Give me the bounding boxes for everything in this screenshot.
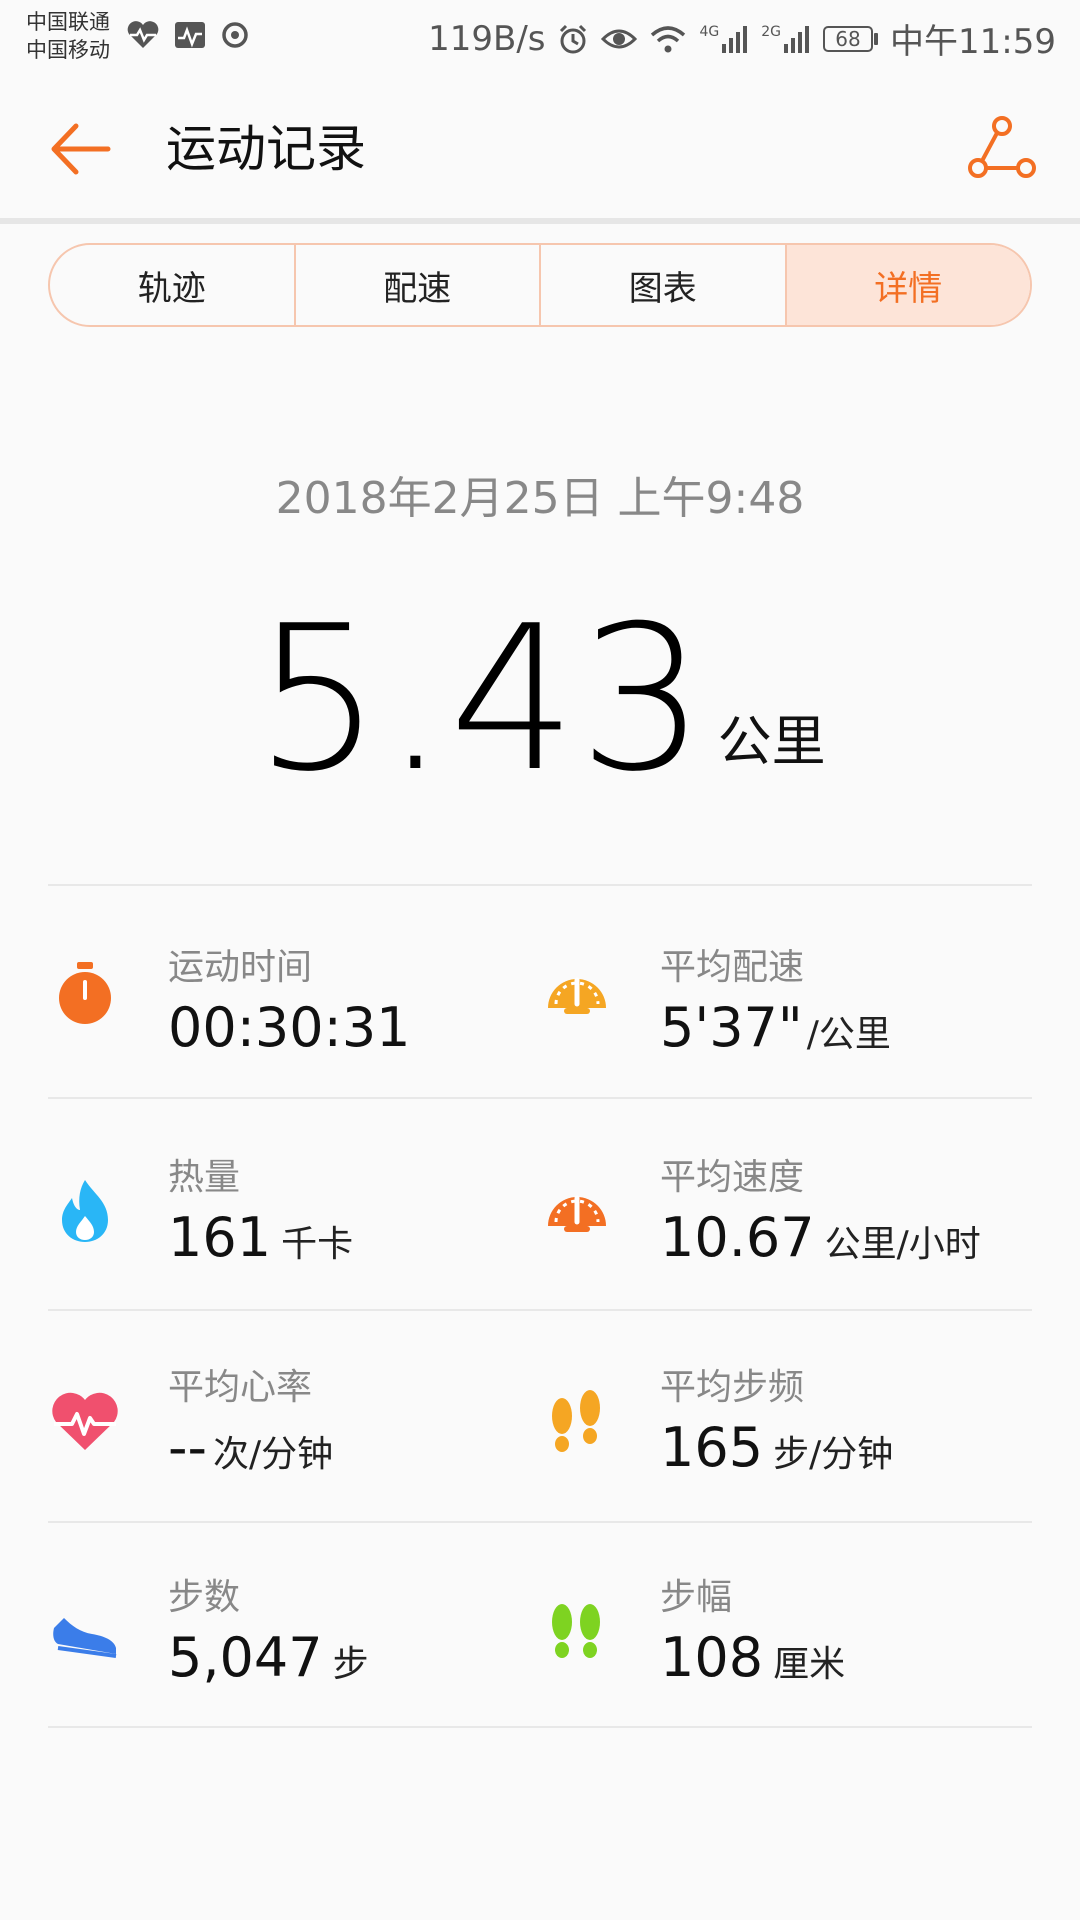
share-button[interactable] xyxy=(968,114,1036,182)
notification-icons xyxy=(126,20,250,50)
battery-icon: 68 xyxy=(823,25,879,52)
stat-unit: /公里 xyxy=(806,1014,891,1055)
net-speed: 119B/s xyxy=(428,18,546,59)
header-divider xyxy=(0,218,1080,224)
stat-label: 步幅 xyxy=(660,1577,733,1618)
clock: 中午11:59 xyxy=(890,22,1056,62)
stat-avg-pace: 平均配速 5'37"/公里 xyxy=(542,938,1022,1138)
alarm-icon xyxy=(560,24,587,53)
stat-label: 平均心率 xyxy=(168,1367,313,1408)
stat-avg-heart-rate: 平均心率 -- 次/分钟 xyxy=(50,1358,530,1558)
speedometer-icon xyxy=(542,1176,612,1246)
workout-datetime: 2018年2月25日 上午9:48 xyxy=(275,473,805,524)
stat-unit: 厘米 xyxy=(773,1644,846,1685)
signal-4g-label: 4G xyxy=(699,23,720,40)
stat-unit: 步/分钟 xyxy=(773,1434,894,1475)
divider xyxy=(48,884,1032,886)
stat-unit: 步 xyxy=(332,1644,369,1685)
signal-bars-icon xyxy=(722,25,748,53)
tab-chart[interactable]: 图表 xyxy=(541,245,787,325)
carrier-2: 中国移动 xyxy=(26,38,110,62)
shoe-icon xyxy=(50,1598,120,1668)
signal-4g: 4G xyxy=(699,24,749,54)
battery-level: 68 xyxy=(823,25,874,52)
carrier-1: 中国联通 xyxy=(26,10,110,34)
tab-details[interactable]: 详情 xyxy=(786,245,1030,325)
speedometer-icon xyxy=(542,958,612,1028)
stat-label: 运动时间 xyxy=(168,947,313,988)
stat-avg-speed: 平均速度 10.67 公里/小时 xyxy=(542,1148,1022,1348)
battery-tip xyxy=(874,32,879,45)
stat-label: 热量 xyxy=(168,1157,241,1198)
distance-unit: 公里 xyxy=(717,710,826,773)
stat-label: 平均步频 xyxy=(660,1367,805,1408)
signal-2g-label: 2G xyxy=(761,23,782,40)
stat-label: 平均配速 xyxy=(660,947,805,988)
stat-stride: 步幅 108 厘米 xyxy=(542,1568,1022,1768)
tab-bar: 轨迹 配速 图表 详情 xyxy=(48,243,1032,327)
share-icon xyxy=(968,116,1036,178)
stat-unit: 公里/小时 xyxy=(824,1224,981,1265)
stat-duration: 运动时间 00:30:31 xyxy=(50,938,530,1138)
tab-pace[interactable]: 配速 xyxy=(296,245,541,325)
stat-avg-cadence: 平均步频 165 步/分钟 xyxy=(542,1358,1022,1558)
status-right: 119B/s 4G 2G 68 中午11:59 xyxy=(428,14,1056,63)
footprints-icon xyxy=(542,1386,612,1456)
heart-monitor-icon xyxy=(127,21,159,48)
distance-summary: 5.43 公里 xyxy=(0,600,1080,800)
stat-calories: 热量 161 千卡 xyxy=(50,1148,530,1348)
carrier-labels: 中国联通 中国移动 xyxy=(26,8,110,64)
stat-label: 步数 xyxy=(168,1577,241,1618)
distance-value: 5.43 xyxy=(254,583,708,816)
stat-label: 平均速度 xyxy=(660,1157,805,1198)
back-arrow-icon xyxy=(51,123,111,175)
stopwatch-icon xyxy=(50,958,120,1028)
stat-value: 00:30:31 xyxy=(168,996,411,1059)
stat-value: 165 xyxy=(660,1416,764,1479)
stat-value: 161 xyxy=(168,1206,272,1269)
footprints-icon xyxy=(542,1598,612,1668)
stat-value: -- xyxy=(168,1416,207,1479)
flame-icon xyxy=(50,1176,120,1246)
stat-value: 108 xyxy=(660,1626,764,1689)
heart-rate-icon xyxy=(50,1386,120,1456)
tab-track[interactable]: 轨迹 xyxy=(50,245,296,325)
stat-value: 10.67 xyxy=(660,1206,815,1269)
wifi-icon xyxy=(651,25,686,52)
stat-value: 5,047 xyxy=(168,1626,323,1689)
stat-value: 5'37" xyxy=(660,996,803,1059)
app-bar: 运动记录 xyxy=(0,76,1080,220)
stat-unit: 次/分钟 xyxy=(212,1434,334,1475)
stat-unit: 千卡 xyxy=(281,1224,354,1265)
activity-icon xyxy=(175,22,205,48)
sync-icon xyxy=(222,22,248,48)
page-title: 运动记录 xyxy=(166,120,366,178)
signal-2g: 2G xyxy=(761,24,811,54)
back-button[interactable] xyxy=(48,116,114,182)
eye-icon xyxy=(601,29,638,48)
signal-bars-icon xyxy=(784,25,810,53)
stat-steps: 步数 5,047 步 xyxy=(50,1568,530,1768)
status-bar: 中国联通 中国移动 119B/s 4G 2G 68 中午11:59 xyxy=(0,0,1080,76)
